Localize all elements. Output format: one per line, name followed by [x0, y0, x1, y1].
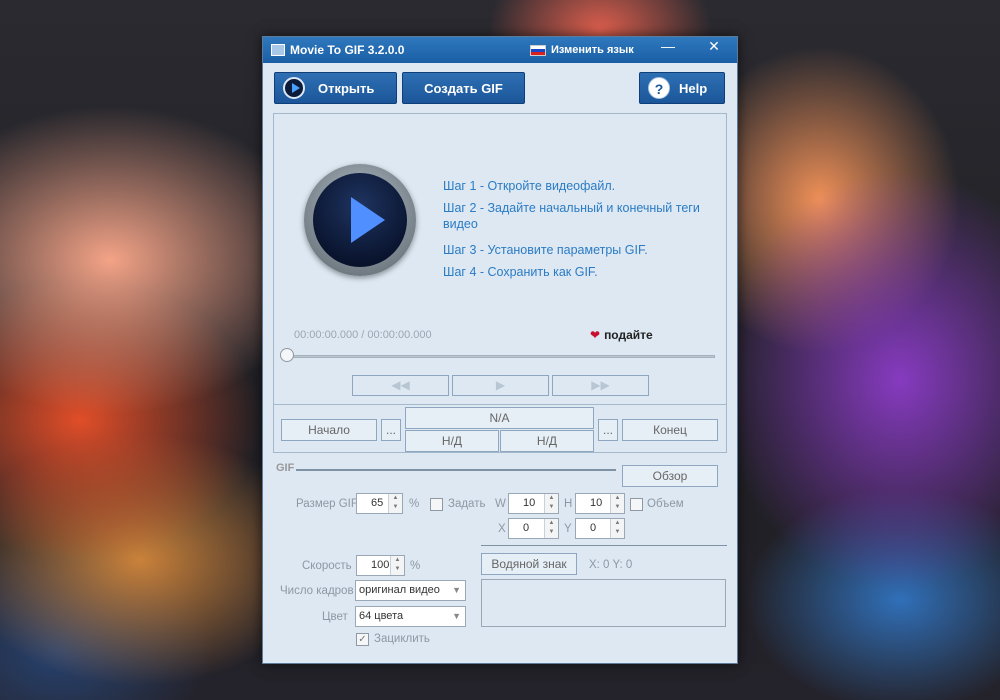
donate-link[interactable]: ❤ подайте [590, 328, 653, 342]
rewind-button[interactable]: ◀◀ [352, 375, 449, 396]
flag-ru-icon[interactable] [530, 45, 546, 56]
volume-label: Объем [647, 498, 684, 510]
duration-field: N/A [405, 407, 594, 429]
size-value: 65 [371, 497, 384, 509]
spin-arrows-icon[interactable]: ▲ ▼ [544, 494, 558, 513]
width-label: W [495, 498, 506, 510]
frames-label: Число кадров [280, 585, 354, 597]
play-triangle [351, 197, 385, 243]
spin-arrows-icon[interactable]: ▲ ▼ [388, 494, 402, 513]
loop-label: Зациклить [374, 633, 430, 645]
create-gif-button[interactable]: Создать GIF [402, 72, 525, 104]
x-label: X [498, 523, 506, 535]
spin-arrows-icon[interactable]: ▲ ▼ [390, 556, 404, 575]
window-title: Movie To GIF 3.2.0.0 [290, 43, 405, 57]
step-1: Шаг 1 - Откройте видеофайл. [443, 179, 616, 193]
player-panel: Шаг 1 - Откройте видеофайл. Шаг 2 - Зада… [273, 113, 727, 405]
help-icon: ? [648, 77, 670, 99]
chevron-down-icon: ▼ [452, 611, 461, 621]
speed-value: 100 [371, 559, 390, 571]
y-spinner[interactable]: 0 ▲ ▼ [575, 518, 625, 539]
speed-label: Скорость [302, 560, 352, 572]
step-3: Шаг 3 - Установите параметры GIF. [443, 243, 648, 257]
x-spinner[interactable]: 0 ▲ ▼ [508, 518, 559, 539]
end-time-field: Н/Д [500, 430, 594, 452]
heart-icon: ❤ [590, 328, 601, 342]
end-button[interactable]: Конец [622, 419, 718, 441]
spin-arrows-icon[interactable]: ▲ ▼ [610, 519, 624, 538]
step-4: Шаг 4 - Сохранить как GIF. [443, 265, 598, 279]
set-size-label: Задать [448, 498, 486, 510]
range-panel: Начало ... N/A Н/Д Н/Д ... Конец [273, 405, 727, 453]
help-button-label: Help [679, 81, 708, 96]
open-button[interactable]: Открыть [274, 72, 397, 104]
create-gif-label: Создать GIF [424, 81, 503, 96]
spin-arrows-icon[interactable]: ▲ ▼ [610, 494, 624, 513]
spin-arrows-icon[interactable]: ▲ ▼ [544, 519, 558, 538]
color-select[interactable]: 64 цвета ▼ [355, 606, 466, 627]
color-value: 64 цвета [359, 610, 404, 622]
seek-bar[interactable] [288, 355, 715, 358]
big-play-icon[interactable] [304, 164, 416, 276]
set-size-checkbox[interactable] [430, 498, 443, 511]
step-2: Шаг 2 - Задайте начальный и конечный тег… [443, 201, 700, 231]
watermark-button[interactable]: Водяной знак [481, 553, 577, 575]
titlebar: Movie To GIF 3.2.0.0 Изменить язык — ✕ [263, 37, 737, 63]
y-value: 0 [590, 522, 597, 534]
gif-section-label: GIF [276, 462, 295, 474]
start-button[interactable]: Начало [281, 419, 377, 441]
watermark-preview [481, 579, 726, 627]
browse-button[interactable]: Обзор [622, 465, 718, 487]
app-icon [271, 44, 285, 56]
size-label: Размер GIF [296, 498, 358, 510]
section-divider [481, 545, 727, 546]
color-label: Цвет [322, 611, 348, 623]
big-play-inner [313, 173, 407, 267]
size-percent: % [409, 498, 420, 510]
minimize-button[interactable]: — [645, 37, 691, 57]
end-dots-button[interactable]: ... [598, 419, 618, 441]
speed-percent: % [410, 560, 421, 572]
volume-checkbox[interactable] [630, 498, 643, 511]
help-button[interactable]: ? Help [639, 72, 725, 104]
donate-label: подайте [604, 328, 653, 342]
start-time-field: Н/Д [405, 430, 499, 452]
size-spinner[interactable]: 65 ▲ ▼ [356, 493, 403, 514]
speed-spinner[interactable]: 100 ▲ ▼ [356, 555, 405, 576]
width-spinner[interactable]: 10 ▲ ▼ [508, 493, 559, 514]
seek-handle[interactable] [280, 348, 294, 362]
width-value: 10 [523, 497, 536, 509]
height-label: H [564, 498, 573, 510]
gif-divider [296, 469, 616, 471]
open-button-label: Открыть [318, 81, 375, 96]
app-window: Movie To GIF 3.2.0.0 Изменить язык — ✕ О… [262, 36, 738, 664]
height-value: 10 [590, 497, 603, 509]
change-language-button[interactable]: Изменить язык [551, 44, 634, 56]
chevron-down-icon: ▼ [452, 585, 461, 595]
y-label: Y [564, 523, 572, 535]
height-spinner[interactable]: 10 ▲ ▼ [575, 493, 625, 514]
frames-value: оригинал видео [359, 584, 440, 596]
loop-checkbox[interactable]: ✓ [356, 633, 369, 646]
open-play-icon [283, 77, 305, 99]
x-value: 0 [523, 522, 530, 534]
fast-forward-button[interactable]: ▶▶ [552, 375, 649, 396]
play-button[interactable]: ▶ [452, 375, 549, 396]
close-button[interactable]: ✕ [691, 37, 737, 57]
frames-select[interactable]: оригинал видео ▼ [355, 580, 466, 601]
watermark-coords: X: 0 Y: 0 [589, 559, 633, 571]
timecode: 00:00:00.000 / 00:00:00.000 [294, 329, 432, 341]
start-dots-button[interactable]: ... [381, 419, 401, 441]
